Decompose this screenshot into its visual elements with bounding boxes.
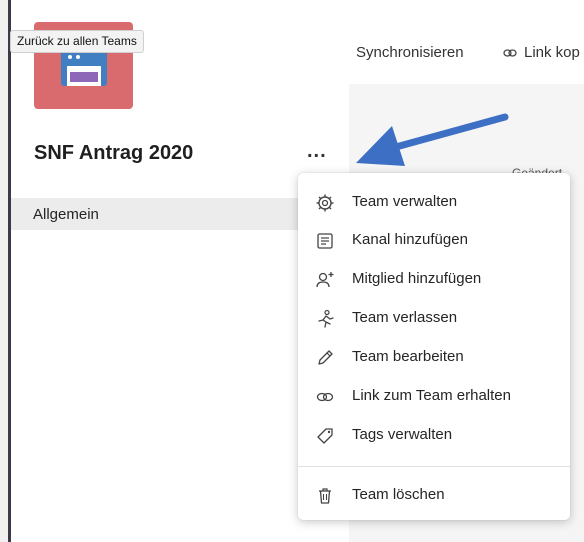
menu-item-leave-team[interactable]: Team verlassen [298, 301, 570, 337]
back-to-teams-tooltip: Zurück zu allen Teams [10, 30, 144, 53]
menu-item-add-channel[interactable]: Kanal hinzufügen [298, 223, 570, 259]
add-person-icon [316, 272, 334, 288]
menu-item-label: Team löschen [352, 486, 445, 503]
menu-item-label: Kanal hinzufügen [352, 231, 468, 248]
menu-item-manage-tags[interactable]: Tags verwalten [298, 418, 570, 454]
menu-item-label: Team bearbeiten [352, 348, 464, 365]
menu-item-label: Mitglied hinzufügen [352, 270, 482, 287]
channel-icon [317, 233, 333, 249]
menu-item-label: Team verwalten [352, 193, 458, 210]
tag-icon [317, 428, 333, 444]
team-options-menu: Team verwalten Kanal hinzufügen Mitglied… [298, 173, 570, 520]
menu-item-label: Link zum Team erhalten [352, 387, 511, 404]
menu-item-get-team-link[interactable]: Link zum Team erhalten [298, 379, 570, 415]
link-icon [316, 392, 334, 402]
menu-item-manage-team[interactable]: Team verwalten [298, 185, 570, 221]
gear-icon [316, 194, 334, 212]
menu-item-label: Tags verwalten [352, 426, 453, 443]
menu-item-edit-team[interactable]: Team bearbeiten [298, 340, 570, 376]
menu-item-delete-team[interactable]: Team löschen [298, 478, 570, 514]
menu-item-label: Team verlassen [352, 309, 458, 326]
menu-item-add-member[interactable]: Mitglied hinzufügen [298, 262, 570, 298]
trash-icon [319, 488, 331, 504]
pencil-icon [318, 350, 333, 365]
menu-separator [298, 466, 570, 467]
leave-run-icon [318, 309, 334, 328]
